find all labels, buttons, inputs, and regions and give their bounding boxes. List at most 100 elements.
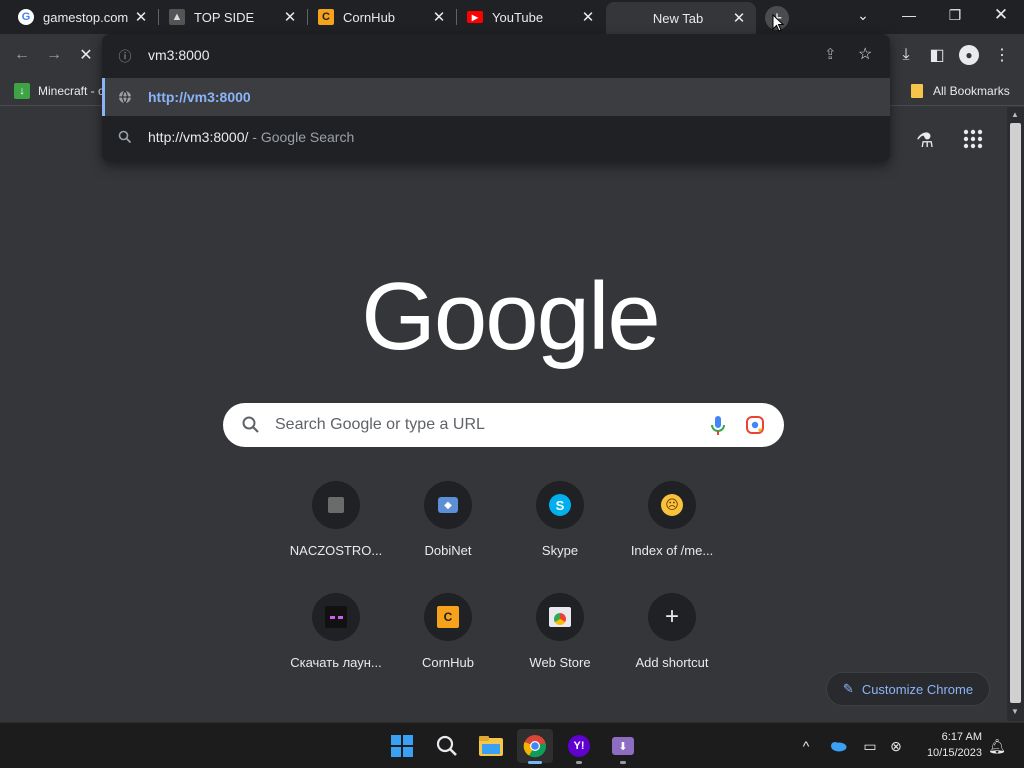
- tab-gamestop[interactable]: G gamestop.com ✕: [8, 0, 158, 34]
- cornhub-ch-icon: C: [318, 9, 334, 25]
- webstore-icon: [536, 593, 584, 641]
- search-icon[interactable]: [429, 729, 465, 763]
- cornhub-ch-icon: C: [424, 593, 472, 641]
- shortcut-label: Index of /me...: [630, 543, 714, 558]
- tab-title: CornHub: [343, 9, 396, 25]
- suggestion-search-text: http://vm3:8000/: [148, 129, 249, 145]
- close-tab-icon[interactable]: ✕: [430, 8, 448, 26]
- customize-label: Customize Chrome: [861, 681, 974, 697]
- tab-youtube[interactable]: ▶ YouTube ✕: [457, 0, 605, 34]
- search-box[interactable]: Search Google or type a URL: [223, 403, 784, 447]
- shortcut-tile[interactable]: NACZOSTRO...: [280, 481, 392, 581]
- plus-icon: +: [648, 593, 696, 641]
- tab-topside[interactable]: ▲ TOP SIDE ✕: [159, 0, 307, 34]
- close-tab-icon[interactable]: ✕: [579, 8, 597, 26]
- shortcut-tile[interactable]: ☹ Index of /me...: [616, 481, 728, 581]
- google-logo: Google: [361, 263, 661, 370]
- windows-start-icon[interactable]: [384, 729, 420, 763]
- scroll-thumb[interactable]: [1010, 123, 1021, 703]
- topside-icon: ▲: [169, 9, 185, 25]
- pencil-icon: ✎: [842, 681, 854, 696]
- suggestion-search-suffix: - Google Search: [248, 129, 355, 145]
- profile-icon[interactable]: ●: [956, 42, 982, 68]
- yahoo-app-icon[interactable]: Y!: [561, 729, 597, 764]
- suggestion-url-text: http://vm3:8000: [148, 89, 251, 105]
- folder-icon: [911, 84, 923, 98]
- shortcut-label: Web Store: [529, 655, 591, 670]
- tab-strip: G gamestop.com ✕ ▲ TOP SIDE ✕ C CornHub …: [0, 0, 1024, 34]
- info-icon[interactable]: ⓘ: [102, 46, 148, 65]
- shortcut-tile[interactable]: S Skype: [504, 481, 616, 581]
- taskbar: Y! ⬇ ^ ▭ ⊗ 6:17 AM 10/15/2023 🔔︎: [0, 722, 1024, 768]
- close-tab-icon[interactable]: ✕: [132, 8, 150, 26]
- installer-app-icon[interactable]: ⬇: [605, 729, 641, 764]
- shortcut-label: Skype: [541, 543, 579, 558]
- display-icon[interactable]: ▭: [859, 735, 881, 757]
- shortcut-label: DobiNet: [424, 543, 472, 558]
- address-input[interactable]: vm3:8000: [148, 47, 209, 63]
- labs-flask-icon[interactable]: ⚗: [914, 128, 936, 152]
- enderman-icon: [312, 593, 360, 641]
- shortcut-tile[interactable]: Web Store: [504, 593, 616, 693]
- close-window-button[interactable]: ✕: [978, 0, 1024, 30]
- microphone-icon[interactable]: [709, 415, 727, 437]
- suggestion-search[interactable]: http://vm3:8000/ - Google Search: [102, 118, 890, 156]
- all-bookmarks[interactable]: All Bookmarks: [911, 81, 1010, 101]
- share-icon[interactable]: ⇪: [824, 45, 837, 63]
- download-green-icon: ↓: [14, 83, 30, 99]
- bookmark-label: Minecraft - c: [38, 84, 105, 98]
- back-arrow-icon[interactable]: ←: [9, 42, 35, 68]
- tab-new-tab[interactable]: New Tab ✕: [606, 2, 756, 34]
- all-bookmarks-label: All Bookmarks: [933, 84, 1010, 98]
- mouse-cursor-icon: [772, 13, 785, 32]
- dobinet-icon: ◆: [424, 481, 472, 529]
- tab-search-chevron-icon[interactable]: ⌄: [840, 0, 886, 30]
- tab-title: TOP SIDE: [194, 9, 255, 25]
- bookmark-minecraft[interactable]: ↓ Minecraft - c: [14, 81, 104, 101]
- file-explorer-icon[interactable]: [473, 729, 509, 763]
- close-tab-icon[interactable]: ✕: [730, 9, 748, 27]
- search-icon: [241, 415, 261, 435]
- google-g-icon: G: [18, 9, 34, 25]
- apps-grid-icon[interactable]: [962, 128, 984, 152]
- globe-icon: [102, 90, 148, 104]
- clock-date: 10/15/2023: [926, 747, 982, 759]
- tab-title: gamestop.com: [43, 9, 129, 25]
- minimize-button[interactable]: —: [886, 0, 932, 30]
- tab-cornhub[interactable]: C CornHub ✕: [308, 0, 456, 34]
- shortcut-label: Скачать лаун...: [290, 655, 382, 670]
- forward-arrow-icon[interactable]: →: [41, 42, 67, 68]
- suggestion-url[interactable]: http://vm3:8000: [102, 78, 890, 116]
- shortcut-tile[interactable]: ◆ DobiNet: [392, 481, 504, 581]
- tab-title: New Tab: [652, 10, 704, 26]
- add-shortcut[interactable]: + Add shortcut: [616, 593, 728, 693]
- youtube-icon: ▶: [467, 11, 483, 23]
- clock-time: 6:17 AM: [941, 731, 982, 743]
- chrome-taskbar-icon[interactable]: [517, 729, 553, 764]
- search-placeholder: Search Google or type a URL: [275, 416, 485, 433]
- shortcut-tile[interactable]: C CornHub: [392, 593, 504, 693]
- google-lens-icon[interactable]: [745, 415, 765, 435]
- restore-button[interactable]: ❐: [932, 0, 978, 30]
- customize-chrome-button[interactable]: ✎ Customize Chrome: [826, 672, 990, 706]
- tray-chevron-up-icon[interactable]: ^: [795, 735, 817, 757]
- naczostro-icon: [312, 481, 360, 529]
- shortcut-label: CornHub: [421, 655, 475, 670]
- notification-bell-icon[interactable]: 🔔︎: [986, 735, 1008, 757]
- side-panel-icon[interactable]: ◧: [924, 42, 950, 68]
- shortcut-tile[interactable]: Скачать лаун...: [280, 593, 392, 693]
- menu-kebab-icon[interactable]: ⋮: [989, 42, 1015, 68]
- bookmark-star-icon[interactable]: ☆: [858, 44, 872, 64]
- onedrive-icon[interactable]: [827, 735, 849, 757]
- address-bar[interactable]: ⓘ vm3:8000 ⇪ ☆: [102, 34, 890, 76]
- scroll-down-arrow-icon[interactable]: ▼: [1011, 707, 1019, 716]
- page-scrollbar[interactable]: ▲ ▼: [1007, 107, 1024, 721]
- stop-loading-icon[interactable]: ✕: [73, 42, 99, 68]
- emoji-icon: ☹: [648, 481, 696, 529]
- scroll-up-arrow-icon[interactable]: ▲: [1011, 110, 1019, 119]
- clock[interactable]: 6:17 AM 10/15/2023: [910, 729, 982, 761]
- download-icon[interactable]: ⤓: [893, 42, 919, 68]
- search-icon: [102, 130, 148, 144]
- network-disconnected-icon[interactable]: ⊗: [885, 735, 907, 757]
- close-tab-icon[interactable]: ✕: [281, 8, 299, 26]
